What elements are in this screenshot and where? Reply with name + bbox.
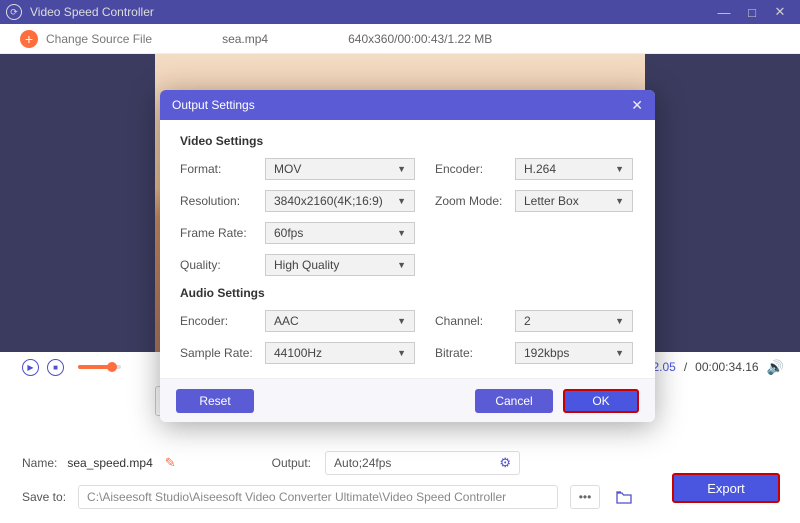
chevron-down-icon: ▼ xyxy=(397,260,406,270)
zoom-label: Zoom Mode: xyxy=(435,194,515,208)
reset-button[interactable]: Reset xyxy=(176,389,254,413)
framerate-label: Frame Rate: xyxy=(180,226,265,240)
quality-select[interactable]: High Quality ▼ xyxy=(265,254,415,276)
dialog-footer: Reset Cancel OK xyxy=(160,378,655,422)
cancel-button[interactable]: Cancel xyxy=(475,389,553,413)
ok-button[interactable]: OK xyxy=(563,389,639,413)
video-encoder-select[interactable]: H.264 ▼ xyxy=(515,158,633,180)
reset-label: Reset xyxy=(199,394,230,408)
chevron-down-icon: ▼ xyxy=(397,316,406,326)
audio-encoder-select[interactable]: AAC ▼ xyxy=(265,310,415,332)
channel-select[interactable]: 2▼ xyxy=(515,310,633,332)
bitrate-value: 192kbps xyxy=(524,346,569,360)
zoom-mode-select[interactable]: Letter Box ▼ xyxy=(515,190,633,212)
quality-value: High Quality xyxy=(274,258,339,272)
dialog-close-icon[interactable]: ✕ xyxy=(631,97,643,114)
format-label: Format: xyxy=(180,162,265,176)
framerate-select[interactable]: 60fps ▼ xyxy=(265,222,415,244)
encoder-label: Encoder: xyxy=(435,162,515,176)
audio-settings-heading: Audio Settings xyxy=(180,286,635,300)
framerate-value: 60fps xyxy=(274,226,303,240)
video-settings-heading: Video Settings xyxy=(180,134,635,148)
chevron-down-icon: ▼ xyxy=(615,348,624,358)
output-settings-dialog: Output Settings ✕ Video Settings Format:… xyxy=(160,90,655,422)
dialog-body: Video Settings Format: MOV ▼ Encoder: H.2… xyxy=(160,120,655,378)
resolution-select[interactable]: 3840x2160(4K;16:9) ▼ xyxy=(265,190,415,212)
bitrate-select[interactable]: 192kbps ▼ xyxy=(515,342,633,364)
quality-label: Quality: xyxy=(180,258,265,272)
chevron-down-icon: ▼ xyxy=(615,164,624,174)
samplerate-label: Sample Rate: xyxy=(180,346,265,360)
chevron-down-icon: ▼ xyxy=(615,196,624,206)
ok-label: OK xyxy=(592,394,609,408)
zoom-value: Letter Box xyxy=(524,194,579,208)
audio-encoder-label: Encoder: xyxy=(180,314,265,328)
bitrate-label: Bitrate: xyxy=(435,346,515,360)
channel-value: 2 xyxy=(524,314,531,328)
cancel-label: Cancel xyxy=(495,394,532,408)
encoder-value: H.264 xyxy=(524,162,556,176)
channel-label: Channel: xyxy=(435,314,515,328)
audio-encoder-value: AAC xyxy=(274,314,299,328)
resolution-label: Resolution: xyxy=(180,194,265,208)
chevron-down-icon: ▼ xyxy=(397,164,406,174)
chevron-down-icon: ▼ xyxy=(397,348,406,358)
format-select[interactable]: MOV ▼ xyxy=(265,158,415,180)
dialog-title: Output Settings xyxy=(172,98,255,112)
chevron-down-icon: ▼ xyxy=(397,196,406,206)
dialog-titlebar: Output Settings ✕ xyxy=(160,90,655,120)
resolution-value: 3840x2160(4K;16:9) xyxy=(274,194,383,208)
samplerate-value: 44100Hz xyxy=(274,346,322,360)
chevron-down-icon: ▼ xyxy=(615,316,624,326)
chevron-down-icon: ▼ xyxy=(397,228,406,238)
format-value: MOV xyxy=(274,162,301,176)
samplerate-select[interactable]: 44100Hz ▼ xyxy=(265,342,415,364)
